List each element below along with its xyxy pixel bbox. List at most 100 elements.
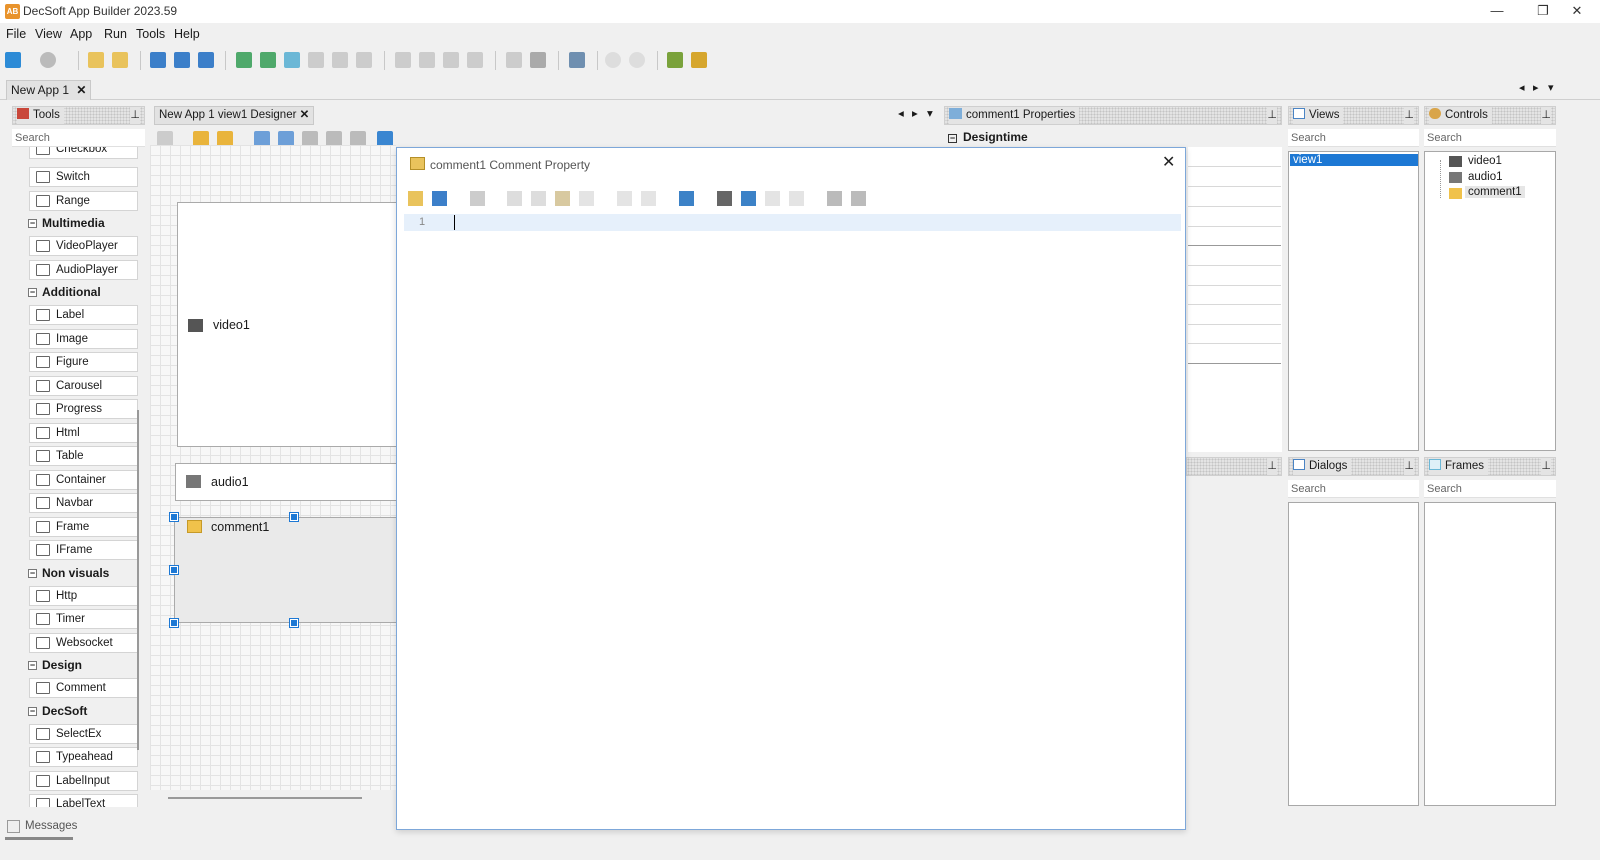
format-icon[interactable] (827, 191, 842, 206)
designer-left-arrow-icon[interactable]: ◂ (898, 106, 904, 123)
collapse-icon[interactable]: − (28, 706, 37, 716)
tool-item[interactable]: Switch (29, 167, 138, 187)
pin-icon[interactable]: ⊥ (130, 107, 140, 124)
tool-item[interactable]: Websocket (29, 632, 138, 653)
tools-search-input[interactable]: Search (12, 129, 145, 147)
resize-handle-n[interactable] (289, 512, 299, 522)
menu-app[interactable]: App (70, 27, 92, 41)
designer-right-arrow-icon[interactable]: ▸ (912, 106, 918, 123)
close-button[interactable]: ✕ (1554, 0, 1600, 23)
resize-handle-s[interactable] (289, 618, 299, 628)
menu-run[interactable]: Run (104, 27, 127, 41)
debug-icon[interactable] (691, 52, 707, 68)
menu-view[interactable]: View (35, 27, 62, 41)
tool-item[interactable]: SelectEx (29, 723, 138, 744)
tabs-right-arrow-icon[interactable]: ▸ (1533, 81, 1539, 94)
controls-search-input[interactable]: Search (1424, 129, 1556, 147)
tool-item[interactable]: Table (29, 446, 138, 466)
tool-category[interactable]: − Non visuals (28, 566, 109, 580)
open-folder-icon[interactable] (88, 52, 104, 68)
spellcheck-icon[interactable] (470, 191, 485, 206)
editor-current-line[interactable] (404, 214, 1181, 231)
view-item-view1[interactable]: view1 (1290, 154, 1418, 166)
tool-item[interactable]: Comment (29, 678, 138, 698)
pin-icon[interactable]: ⊥ (1267, 458, 1277, 475)
tool-item[interactable]: LabelText (29, 794, 138, 807)
designer-tab[interactable]: New App 1 view1 Designer ✕ (154, 106, 315, 125)
code-editor[interactable] (404, 231, 1181, 825)
tool-item[interactable]: Frame (29, 516, 138, 537)
tab-new-app-1[interactable]: New App 1 ✕ (6, 80, 92, 100)
add-view-icon[interactable] (236, 52, 252, 68)
designer-tab-close-icon[interactable]: ✕ (300, 109, 310, 121)
menu-file[interactable]: File (6, 27, 26, 41)
insert-icon[interactable] (679, 191, 694, 206)
tool-item[interactable]: Label (29, 305, 138, 325)
tool-category[interactable]: − Design (28, 658, 82, 672)
save-file-icon[interactable] (432, 191, 447, 206)
views-search-input[interactable]: Search (1288, 129, 1419, 147)
collapse-icon[interactable]: − (948, 134, 957, 143)
tools-settings-icon[interactable] (569, 52, 585, 68)
menu-tools[interactable]: Tools (136, 27, 165, 41)
tool-category[interactable]: − Multimedia (28, 216, 105, 230)
collapse-icon[interactable]: − (28, 568, 37, 578)
browse-icon[interactable] (40, 52, 56, 68)
tool-item[interactable]: VideoPlayer (29, 236, 138, 256)
designer-menu-icon[interactable]: ▾ (927, 106, 933, 123)
tree-item-comment1[interactable]: comment1 (1465, 186, 1525, 198)
menu-help[interactable]: Help (174, 27, 200, 41)
tool-item[interactable]: Navbar (29, 493, 138, 513)
resize-handle-w[interactable] (169, 565, 179, 575)
minimize-button[interactable]: — (1474, 0, 1520, 23)
tool-item[interactable]: LabelInput (29, 770, 138, 791)
tool-category[interactable]: − Additional (28, 285, 101, 299)
resize-handle-nw[interactable] (169, 512, 179, 522)
add-frame-icon[interactable] (284, 52, 300, 68)
tool-item[interactable]: Carousel (29, 375, 138, 396)
dialogs-search-input[interactable]: Search (1288, 480, 1419, 498)
save-icon[interactable] (150, 52, 166, 68)
tabs-left-arrow-icon[interactable]: ◂ (1519, 81, 1525, 94)
tree-item-video1[interactable]: video1 (1468, 155, 1502, 167)
collapse-icon[interactable]: − (28, 661, 37, 670)
tool-item[interactable]: Typeahead (29, 747, 138, 767)
find-icon[interactable] (717, 191, 732, 206)
save-as-icon[interactable] (174, 52, 190, 68)
frames-search-input[interactable]: Search (1424, 480, 1556, 498)
pin-icon[interactable]: ⊥ (1404, 458, 1414, 475)
properties-grid[interactable] (1188, 147, 1282, 452)
tool-item[interactable]: Figure (29, 352, 138, 372)
tool-item[interactable]: Progress (29, 399, 138, 419)
collapse-icon[interactable]: − (28, 219, 37, 228)
comment-control[interactable]: comment1 (174, 517, 398, 623)
open-file-icon[interactable] (408, 191, 423, 206)
tool-item[interactable]: Image (29, 328, 138, 349)
tree-item-audio1[interactable]: audio1 (1468, 171, 1503, 183)
pin-icon[interactable]: ⊥ (1404, 107, 1414, 124)
open-recent-icon[interactable] (112, 52, 128, 68)
tool-category[interactable]: − DecSoft (28, 704, 87, 718)
pin-icon[interactable]: ⊥ (1267, 107, 1277, 124)
tool-item[interactable]: Checkbox (29, 147, 138, 159)
tool-item[interactable]: Container (29, 469, 138, 490)
properties-section[interactable]: − Designtime (948, 130, 1028, 144)
collapse-icon[interactable]: − (28, 288, 37, 297)
designer-canvas[interactable]: video1 audio1 comment1 (150, 145, 398, 790)
resize-handle-sw[interactable] (169, 618, 179, 628)
build-icon[interactable] (667, 52, 683, 68)
audio-control[interactable]: audio1 (175, 463, 398, 501)
new-app-icon[interactable] (5, 52, 21, 68)
replace-icon[interactable] (741, 191, 756, 206)
pin-icon[interactable]: ⊥ (1541, 458, 1551, 475)
video-control[interactable]: video1 (177, 202, 398, 447)
tool-item[interactable]: Timer (29, 609, 138, 629)
messages-bar[interactable]: Messages (0, 815, 396, 841)
paste-icon[interactable] (555, 191, 570, 206)
tool-item[interactable]: AudioPlayer (29, 259, 138, 280)
dialog-close-button[interactable]: ✕ (1162, 152, 1175, 172)
tool-item[interactable]: Http (29, 585, 138, 606)
document-properties-icon[interactable] (851, 191, 866, 206)
tool-item[interactable]: Range (29, 190, 138, 211)
grid-icon[interactable] (530, 52, 546, 68)
